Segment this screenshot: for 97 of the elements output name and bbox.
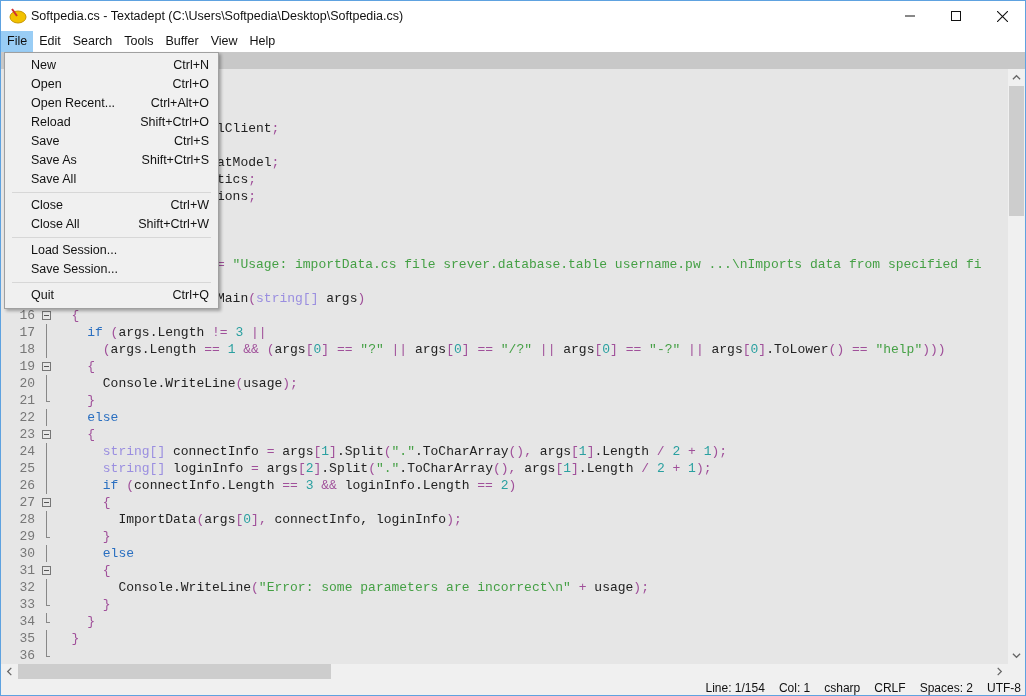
code-line: { [70,307,80,324]
line-number: 24 [18,443,36,460]
line-number: 18 [18,341,36,358]
line-number: 20 [18,375,36,392]
line-number: 27 [18,494,36,511]
menu-item[interactable]: Open Recent... Ctrl+Alt+O [5,94,218,113]
line-number: 16 [18,307,36,324]
menu-bar-item[interactable]: Help [243,31,282,52]
menu-bar-item[interactable]: Edit [33,31,67,52]
menu-item[interactable]: Save As Shift+Ctrl+S [5,151,218,170]
line-number: 36 [18,647,36,664]
code-line: } [86,613,95,630]
menu-bar-item[interactable]: Search [66,31,119,52]
code-line: } [101,528,111,545]
line-number: 29 [18,528,36,545]
menu-item[interactable]: Reload Shift+Ctrl+O [5,113,218,132]
status-item: csharp [824,680,861,695]
close-icon [996,10,1008,22]
code-line: string[] connectInfo = args[1].Split(".".ToCharArray(), args[1].Length / 2 + 1); [101,443,728,460]
shortcut-text: Ctrl+W [170,197,209,215]
menu-item[interactable]: New Ctrl+N [5,56,218,75]
line-number: 35 [18,630,36,647]
line-number: 30 [18,545,36,562]
status-item: Line: 1/154 [705,680,765,695]
code-line: Console.WriteLine(usage); [101,375,298,392]
menu-item[interactable]: Load Session... [5,241,218,260]
status-item: Col: 1 [778,680,811,695]
fold-toggle-icon[interactable] [41,498,51,507]
code-line: { [86,358,95,375]
line-number: 32 [18,579,36,596]
menu-item[interactable]: Open Ctrl+O [5,75,218,94]
shortcut-text: Ctrl+O [172,76,209,94]
maximize-icon [951,11,961,21]
menu-item[interactable]: Close All Shift+Ctrl+W [5,215,218,234]
code-line: { [101,494,111,511]
code-editor[interactable] [1,69,1008,664]
menu-bar-item[interactable]: Buffer [159,31,205,52]
menu-bar-item[interactable]: Tools [118,31,160,52]
line-number: 25 [18,460,36,477]
menu-item[interactable]: Quit Ctrl+Q [5,286,218,305]
window-title: Softpedia.cs - Textadept (C:\Users\Softpedia\Desktop\Softpedia.cs) [31,7,404,25]
line-number: 21 [18,392,36,409]
line-number: 28 [18,511,36,528]
app-logo-icon [9,7,27,25]
menu-item[interactable]: Save Session... [5,260,218,279]
code-line: } [101,596,111,613]
scroll-up-icon[interactable] [1012,73,1021,82]
code-line: string[] loginInfo = args[2].Split(".".ToCharArray(), args[1].Length / 2 + 1); [101,460,712,477]
line-number: 17 [18,324,36,341]
menu-item[interactable]: Save All [5,170,218,189]
menu-bar-item[interactable]: File [1,31,34,52]
menu-bar-item[interactable]: View [204,31,244,52]
status-item: CRLF [874,680,906,695]
menu-item[interactable]: Close Ctrl+W [5,196,218,215]
horizontal-scrollbar[interactable] [1,664,1025,679]
vertical-scrollbar[interactable] [1008,69,1025,664]
line-number: 23 [18,426,36,443]
line-number: 34 [18,613,36,630]
line-number: 19 [18,358,36,375]
shortcut-text: Ctrl+Alt+O [150,95,209,113]
code-line: (args.Length == 1 && (args[0] == "?" || args[0] == "/?" || args[0] == "-?" || args[0].ToLower() == "help"))) [101,341,946,358]
line-number: 26 [18,477,36,494]
shortcut-text: Ctrl+S [173,133,209,151]
shortcut-text: Ctrl+N [173,57,209,75]
fold-toggle-icon[interactable] [41,311,51,320]
code-line: atModel; [217,154,280,171]
fold-toggle-icon[interactable] [41,362,51,371]
line-number: 22 [18,409,36,426]
line-number: 33 [18,596,36,613]
code-line: else [101,545,134,562]
code-line: if (connectInfo.Length == 3 && loginInfo.Length == 2) [101,477,517,494]
shortcut-text: Shift+Ctrl+O [140,114,209,132]
fold-toggle-icon[interactable] [41,430,51,439]
code-line: if (args.Length != 3 || [86,324,267,341]
menu-item[interactable]: Save Ctrl+S [5,132,218,151]
code-line: lClient; [217,120,280,137]
shortcut-text: Shift+Ctrl+S [141,152,209,170]
code-line: ImportData(args[0], connectInfo, loginInfo); [117,511,462,528]
scroll-left-icon[interactable] [5,667,14,676]
status-item: Spaces: 2 [919,680,973,695]
code-line: tics; [217,171,257,188]
code-line: } [70,630,80,647]
shortcut-text: Shift+Ctrl+W [138,216,209,234]
fold-toggle-icon[interactable] [41,566,51,575]
scroll-right-icon[interactable] [995,667,1004,676]
status-item: UTF-8 [987,680,1021,695]
scroll-down-icon[interactable] [1012,651,1021,660]
code-line: { [86,426,95,443]
scrollbar-thumb[interactable] [18,664,331,679]
shortcut-text: Ctrl+Q [172,287,209,305]
code-line: ions; [217,188,257,205]
line-number: 31 [18,562,36,579]
code-line: Console.WriteLine("Error: some parameters are incorrect\n" + usage); [117,579,649,596]
code-line: } [86,392,95,409]
code-line: else [86,409,119,426]
code-line: { [101,562,111,579]
scrollbar-thumb[interactable] [1009,86,1024,216]
